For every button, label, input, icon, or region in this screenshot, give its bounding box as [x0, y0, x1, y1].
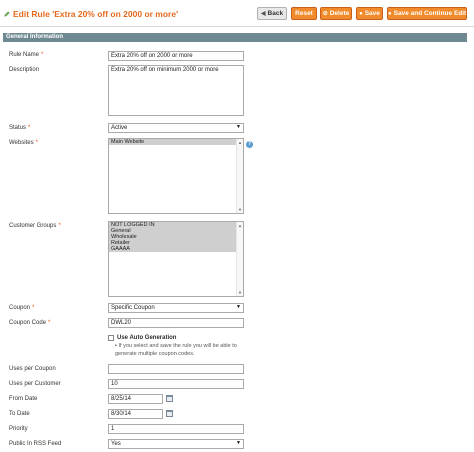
to-date-input[interactable]: 8/30/14 [108, 409, 163, 419]
description-textarea[interactable]: Extra 20% off on minimum 2000 or more [108, 65, 244, 116]
from-date-input[interactable]: 8/25/14 [108, 394, 163, 404]
customer-groups-scrollbar[interactable]: ▲ ▼ [236, 222, 243, 296]
uses-per-customer-input[interactable]: 10 [108, 379, 244, 389]
use-auto-generation-checkbox[interactable] [108, 335, 114, 341]
chevron-down-icon: ▼ [236, 124, 241, 130]
status-label-text: Status [9, 125, 27, 131]
save-and-continue-button[interactable]: ● Save and Continue Edit [387, 7, 467, 20]
uses-per-customer-label: Uses per Customer [9, 381, 61, 387]
public-rss-label: Public In RSS Feed [9, 441, 62, 447]
coupon-label: Coupon * [9, 305, 34, 311]
coupon-select[interactable]: Specific Coupon ▼ [108, 303, 244, 313]
section-header: General Information [3, 33, 467, 42]
scroll-down-icon: ▼ [238, 290, 242, 295]
calendar-icon[interactable] [166, 410, 173, 417]
chevron-down-icon: ▼ [236, 304, 241, 310]
customer-groups-multiselect[interactable]: NOT LOGGED IN General Wholesale Retailer… [108, 221, 244, 297]
auto-generation-note-text: If you select and save the rule you will… [118, 343, 237, 349]
websites-multiselect[interactable]: Main Website ▲ ▼ [108, 138, 244, 214]
required-marker: * [35, 140, 38, 146]
websites-scrollbar[interactable]: ▲ ▼ [236, 139, 243, 213]
scroll-up-icon: ▲ [238, 140, 242, 145]
help-icon[interactable]: ? [246, 141, 253, 148]
page-title: Edit Rule 'Extra 20% off on 2000 or more… [13, 9, 179, 19]
priority-input[interactable]: 1 [108, 424, 244, 434]
websites-label: Websites * [9, 140, 38, 146]
to-date-label: To Date [9, 411, 30, 417]
required-marker: * [58, 223, 61, 229]
uses-per-coupon-label: Uses per Coupon [9, 366, 56, 372]
scroll-up-icon: ▲ [238, 223, 242, 228]
delete-button[interactable]: ⊘ Delete [320, 7, 352, 20]
rule-name-label: Rule Name * [9, 52, 43, 58]
back-arrow-icon: ◀ [260, 11, 266, 17]
save-continue-icon: ● [388, 11, 392, 17]
customer-group-option[interactable]: GAAAA [109, 246, 243, 252]
save-and-continue-label: Save and Continue Edit [393, 10, 467, 17]
reset-button[interactable]: Reset [291, 7, 317, 20]
customer-groups-label: Customer Groups * [9, 223, 61, 229]
required-marker: * [48, 320, 51, 326]
back-button-label: Back [267, 10, 284, 17]
back-button[interactable]: ◀ Back [257, 7, 287, 20]
coupon-code-input[interactable]: DWL20 [108, 318, 244, 328]
public-rss-select[interactable]: Yes ▼ [108, 439, 244, 449]
delete-icon: ⊘ [322, 11, 328, 17]
auto-generation-note-line2: generate multiple coupon codes. [115, 351, 195, 357]
coupon-value: Specific Coupon [111, 305, 155, 311]
delete-button-label: Delete [329, 10, 350, 17]
save-button-label: Save [364, 10, 380, 17]
rule-name-label-text: Rule Name [9, 52, 40, 58]
save-icon: ● [359, 11, 363, 17]
coupon-code-label: Coupon Code * [9, 320, 50, 326]
from-date-label: From Date [9, 396, 38, 402]
required-marker: * [28, 125, 31, 131]
rule-name-input[interactable]: Extra 20% off on 2000 or more [108, 51, 244, 61]
edit-pencil-icon [4, 11, 10, 17]
header-divider [0, 26, 474, 27]
use-auto-generation-label: Use Auto Generation [117, 335, 177, 341]
websites-option[interactable]: Main Website [109, 139, 243, 145]
public-rss-value: Yes [111, 441, 121, 447]
customer-groups-label-text: Customer Groups [9, 223, 57, 229]
required-marker: * [32, 305, 35, 311]
coupon-code-label-text: Coupon Code [9, 320, 47, 326]
status-label: Status * [9, 125, 30, 131]
uses-per-coupon-input[interactable] [108, 364, 244, 374]
required-marker: * [41, 52, 44, 58]
calendar-icon[interactable] [166, 395, 173, 402]
status-select[interactable]: Active ▼ [108, 123, 244, 133]
save-button[interactable]: ● Save [356, 7, 383, 20]
priority-label: Priority [9, 426, 28, 432]
scroll-down-icon: ▼ [238, 207, 242, 212]
chevron-down-icon: ▼ [236, 440, 241, 446]
status-value: Active [111, 125, 128, 131]
auto-generation-note-line1: ▪ If you select and save the rule you wi… [115, 343, 237, 349]
websites-label-text: Websites [9, 140, 34, 146]
coupon-label-text: Coupon [9, 305, 31, 311]
description-label: Description [9, 67, 40, 73]
